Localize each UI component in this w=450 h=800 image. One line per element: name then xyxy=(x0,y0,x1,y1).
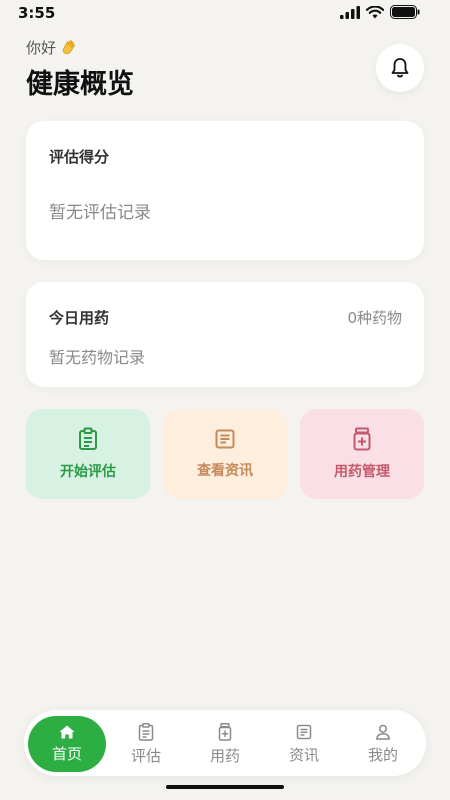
nav-label-assessment: 评估 xyxy=(130,746,161,765)
assessment-score-card[interactable]: 评估得分 暂无评估记录 xyxy=(26,121,424,260)
nav-item-medication[interactable]: 用药 xyxy=(186,716,264,772)
notification-button[interactable] xyxy=(376,44,424,92)
greeting: 你好 xyxy=(26,37,78,58)
bell-icon xyxy=(391,58,409,78)
battery-icon xyxy=(390,5,420,19)
waving-hand-icon xyxy=(62,39,75,54)
view-news-label: 查看资讯 xyxy=(197,463,253,479)
start-assessment-button[interactable]: 开始评估 xyxy=(26,409,150,499)
medication-management-label: 用药管理 xyxy=(334,464,390,480)
today-medication-card[interactable]: 今日用药 0种药物 暂无药物记录 xyxy=(26,282,424,387)
score-empty-text: 暂无评估记录 xyxy=(49,203,151,223)
status-time: 3:55 xyxy=(18,4,56,22)
score-card-title: 评估得分 xyxy=(49,148,110,166)
nav-item-news[interactable]: 资讯 xyxy=(265,716,343,772)
signal-icon xyxy=(340,5,360,19)
nav-item-profile[interactable]: 我的 xyxy=(344,716,422,772)
view-news-button[interactable]: 查看资讯 xyxy=(163,409,287,499)
nav-label-news: 资讯 xyxy=(288,745,319,764)
med-count: 0种药物 xyxy=(347,309,402,327)
med-empty-text: 暂无药物记录 xyxy=(49,348,146,367)
nav-item-home[interactable]: 首页 xyxy=(28,716,106,772)
document-icon xyxy=(215,429,235,449)
nav-label-profile: 我的 xyxy=(367,745,398,764)
bottom-nav: 首页 评估 用药 资讯 我的 xyxy=(24,710,426,776)
wifi-icon xyxy=(366,5,384,18)
clipboard-icon xyxy=(138,722,154,741)
status-bar: 3:55 xyxy=(0,0,450,26)
document-icon xyxy=(296,724,312,739)
home-indicator xyxy=(166,785,284,789)
page-title: 健康概览 xyxy=(26,69,134,100)
user-icon xyxy=(376,724,390,740)
medicine-bottle-icon xyxy=(218,722,232,741)
nav-item-assessment[interactable]: 评估 xyxy=(107,716,185,772)
medicine-bottle-icon xyxy=(353,427,371,451)
status-icons xyxy=(340,5,420,19)
medication-management-button[interactable]: 用药管理 xyxy=(300,409,424,499)
med-card-title: 今日用药 xyxy=(49,309,110,327)
clipboard-icon xyxy=(79,427,97,450)
home-icon xyxy=(59,725,75,738)
nav-label-medication: 用药 xyxy=(209,746,240,765)
app-screen: 3:55 你好 健康概览 评估得分 暂无评估记录 今日用药 0种药物 暂无药物记… xyxy=(0,0,450,800)
start-assessment-label: 开始评估 xyxy=(60,464,116,480)
greeting-text: 你好 xyxy=(26,39,57,57)
nav-label-home: 首页 xyxy=(51,744,82,763)
